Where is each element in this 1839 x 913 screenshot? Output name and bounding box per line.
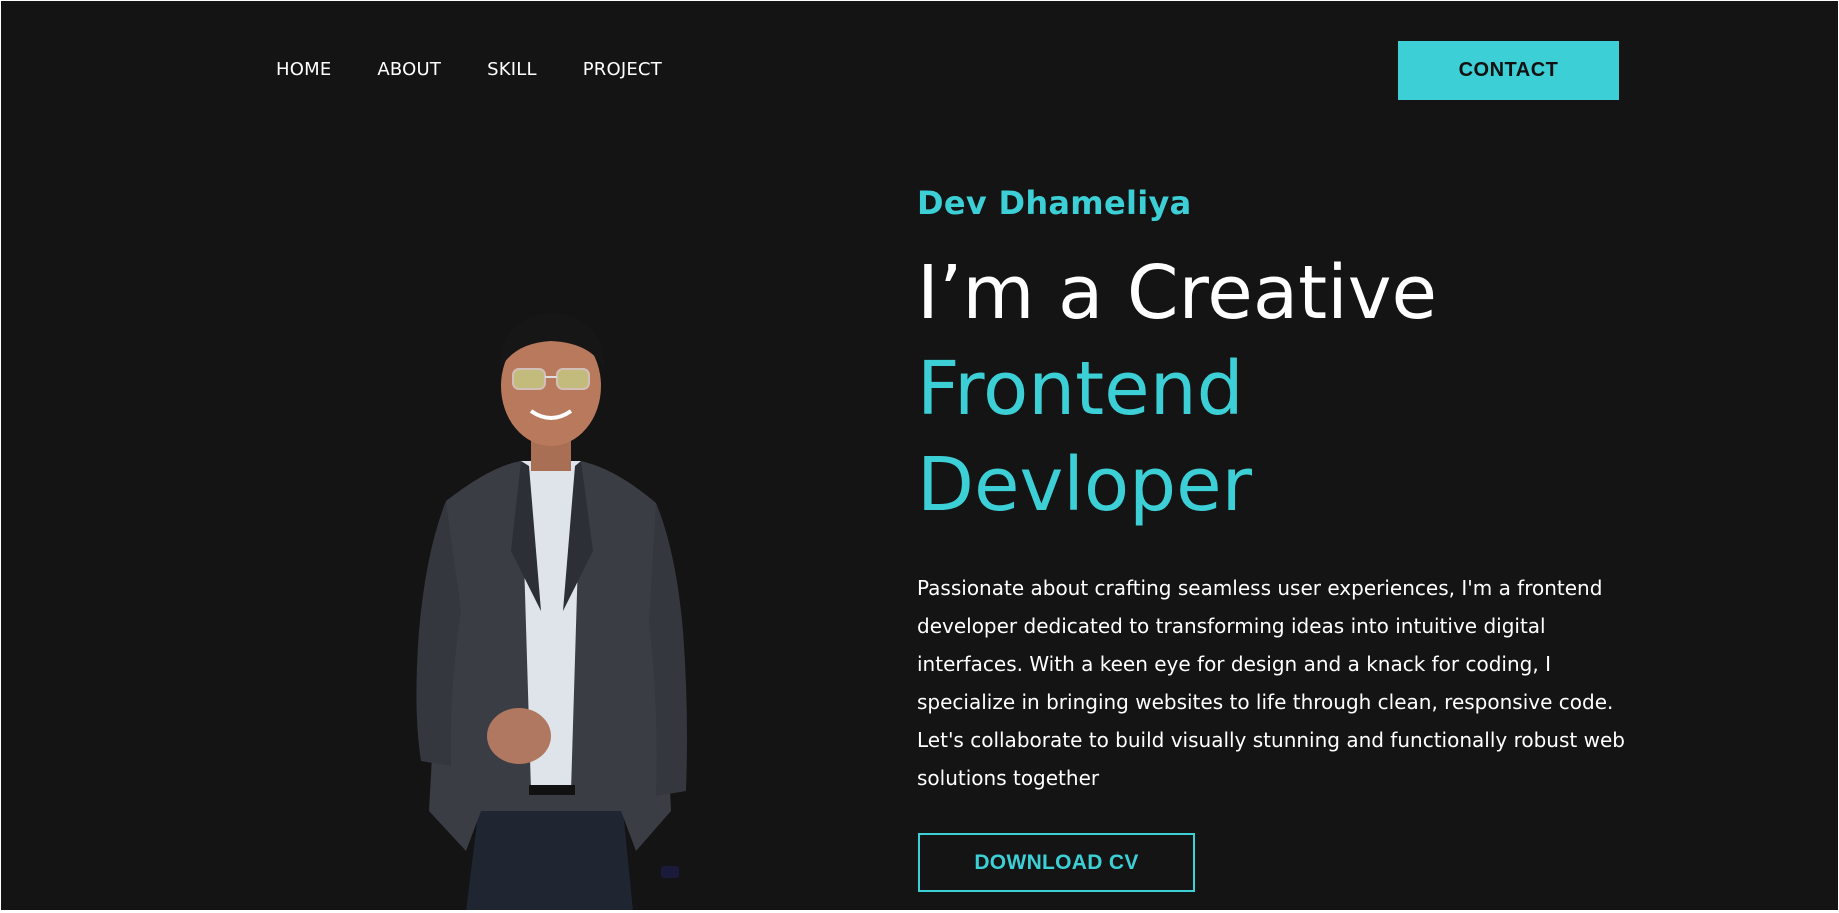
- hero-title-line2: Frontend: [917, 346, 1244, 432]
- page: HOME ABOUT SKILL PROJECT CONTACT Dev Dha…: [1, 1, 1838, 910]
- nav-skill[interactable]: SKILL: [487, 59, 537, 80]
- download-cv-button[interactable]: DOWNLOAD CV: [918, 833, 1195, 892]
- hero-name: Dev Dhameliya: [917, 184, 1192, 222]
- nav-project[interactable]: PROJECT: [583, 59, 662, 80]
- hero-description: Passionate about crafting seamless user …: [917, 576, 1625, 790]
- main-nav: HOME ABOUT SKILL PROJECT: [276, 59, 662, 80]
- contact-button[interactable]: CONTACT: [1398, 41, 1619, 100]
- hero-title-line1: I’m a Creative: [917, 250, 1438, 336]
- nav-home[interactable]: HOME: [276, 59, 331, 80]
- nav-about[interactable]: ABOUT: [377, 59, 441, 80]
- profile-photo: [416, 313, 687, 910]
- hero-title: I’m a Creative Frontend Devloper: [917, 245, 1637, 533]
- hero-title-line3: Devloper: [917, 442, 1253, 528]
- hero-section: Dev Dhameliya I’m a Creative Frontend De…: [917, 181, 1637, 797]
